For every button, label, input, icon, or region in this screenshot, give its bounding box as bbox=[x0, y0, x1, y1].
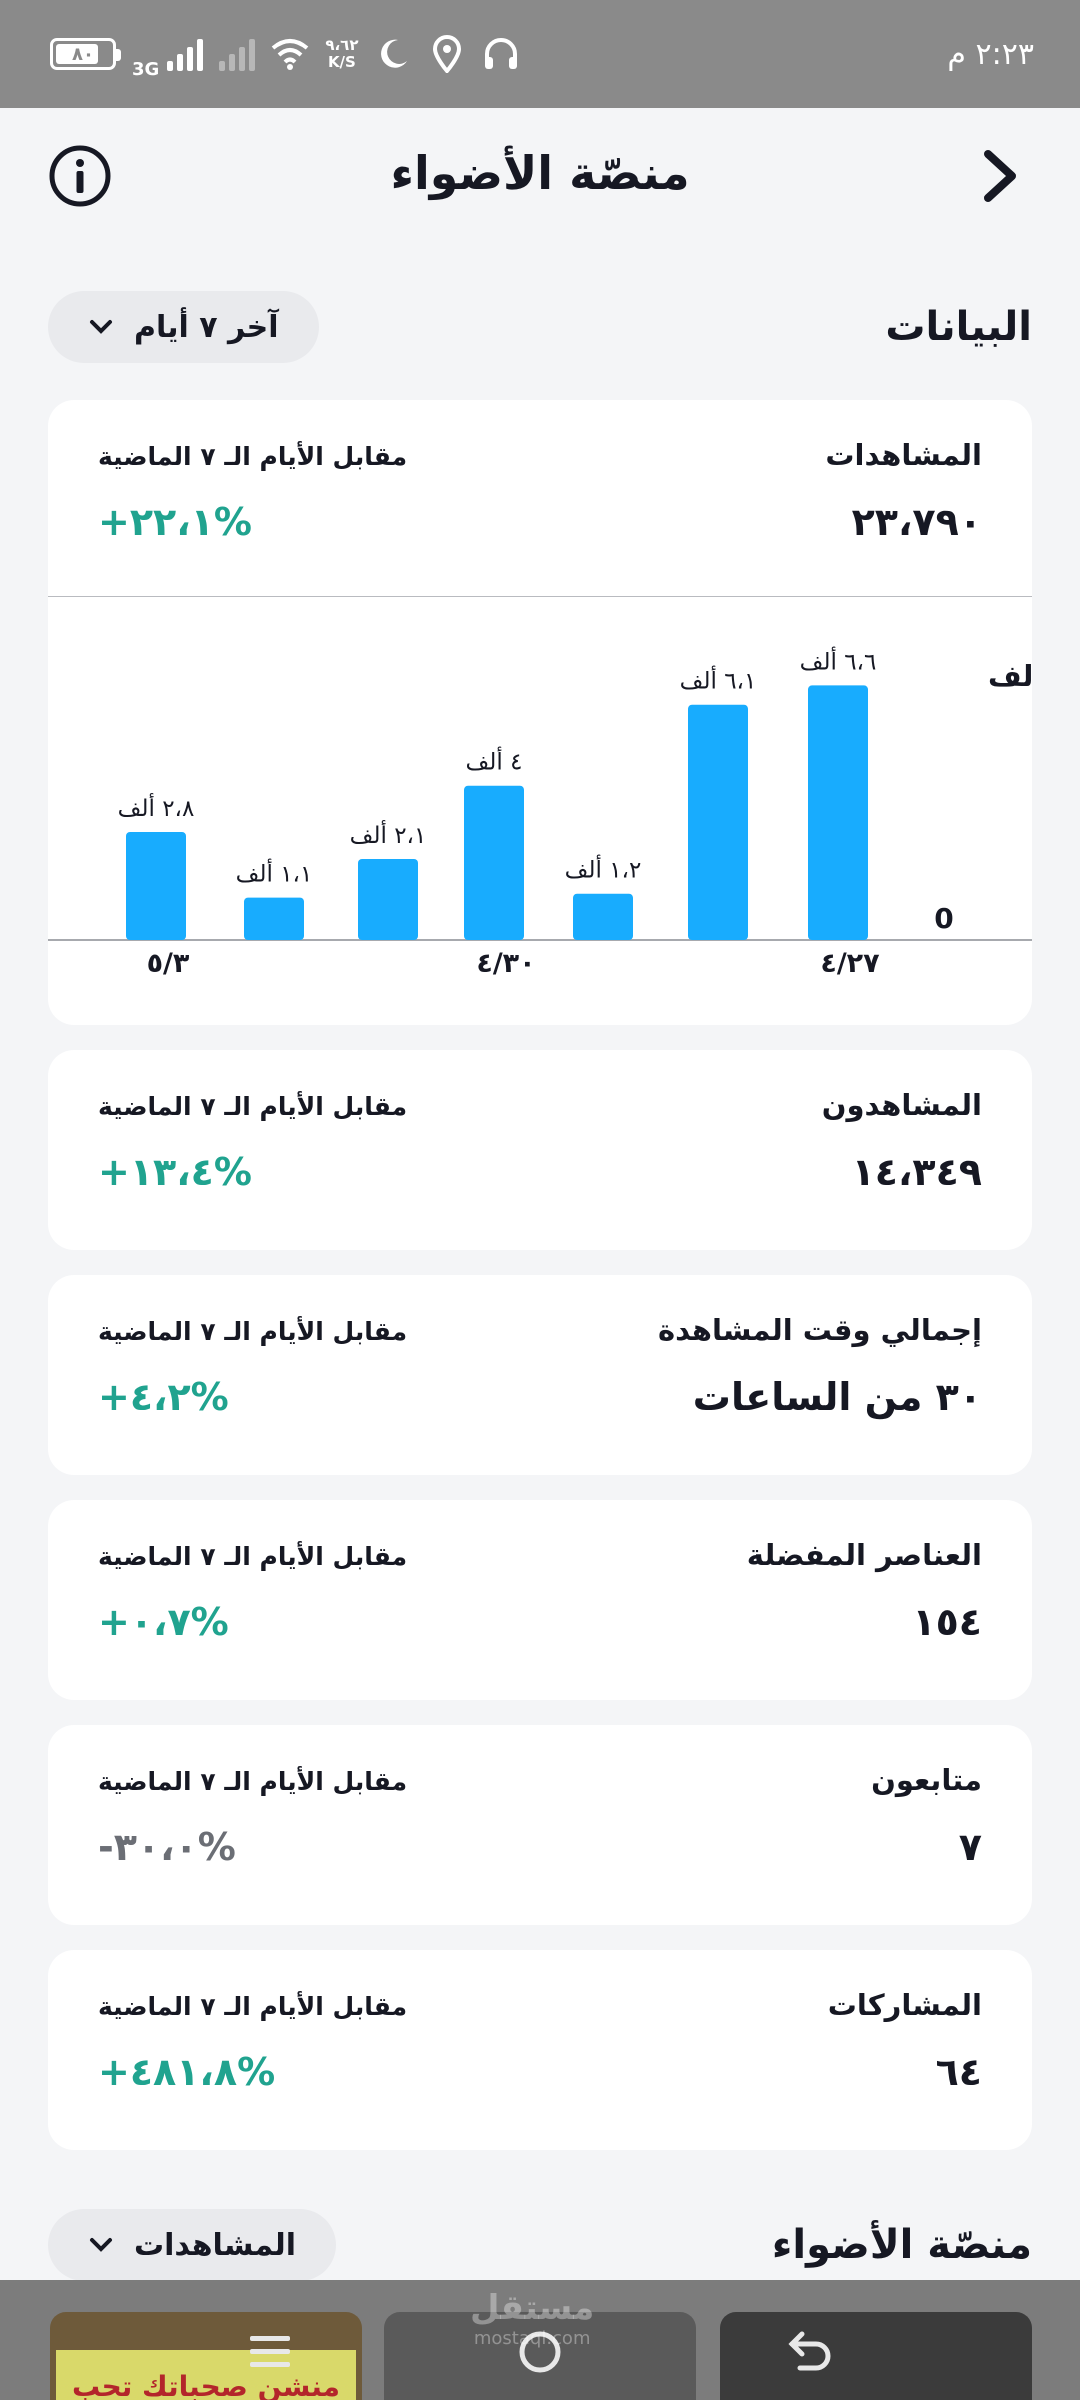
chart-bar bbox=[358, 859, 418, 940]
views-bar-chart: 0 ٧ ألف ٦،٦ ألف ٤/٢٧ ٦،١ ألف ١،٢ ألف ٤ ألف ٤/٣٠… bbox=[48, 596, 1032, 1026]
period-dropdown[interactable]: آخر ٧ أيام bbox=[48, 291, 319, 363]
followers-card[interactable]: متابعون ٧ مقابل الأيام الـ ٧ الماضية -٣٠… bbox=[48, 1725, 1032, 1925]
x-tick-label: ٤/٢٧ bbox=[820, 948, 880, 979]
info-icon[interactable] bbox=[48, 144, 112, 208]
metric-label: المشاركات bbox=[827, 1988, 982, 2022]
metric-change: -٣٠،٠% bbox=[98, 1825, 236, 1869]
status-time: ٢:٢٣ م bbox=[947, 36, 1034, 72]
battery-icon: ٨٠ bbox=[50, 38, 121, 70]
network-speed: ٩،٦٢ K/S bbox=[325, 36, 359, 71]
chart-bar bbox=[573, 893, 633, 940]
video-thumbnail[interactable] bbox=[720, 2312, 1032, 2400]
spotlight-section-header: منصّة الأضواء المشاهدات bbox=[48, 2205, 1032, 2285]
network-type: 3G bbox=[132, 58, 160, 80]
wifi-icon bbox=[271, 35, 309, 73]
bar-value-label: ١،٢ ألف bbox=[565, 855, 642, 884]
thumbnail-caption: منشن صحباتك تحب bbox=[56, 2350, 356, 2400]
data-section-header: البيانات آخر ٧ أيام bbox=[48, 287, 1032, 367]
chart-bar bbox=[808, 685, 868, 940]
metric-compare-label: مقابل الأيام الـ ٧ الماضية bbox=[98, 1542, 408, 1571]
watermark: مستقل mostaql.com bbox=[470, 2288, 594, 2349]
metric-value: ٦٤ bbox=[935, 2050, 982, 2094]
x-tick-label: ٥/٣ bbox=[147, 948, 190, 979]
bar-value-label: ٤ ألف bbox=[466, 747, 523, 776]
metric-change: +١٣،٤% bbox=[98, 1150, 252, 1194]
signal-sim2-icon bbox=[219, 37, 256, 71]
page-title: منصّة الأضواء bbox=[390, 146, 690, 200]
metric-change: +٠،٧% bbox=[98, 1600, 229, 1644]
metric-compare-label: مقابل الأيام الـ ٧ الماضية bbox=[98, 442, 408, 471]
period-dropdown-label: آخر ٧ أيام bbox=[134, 309, 279, 345]
headphones-icon bbox=[482, 35, 520, 73]
sort-dropdown[interactable]: المشاهدات bbox=[48, 2209, 337, 2281]
location-icon bbox=[428, 35, 466, 73]
metric-change: +٤،٢% bbox=[98, 1375, 229, 1419]
metric-label: العناصر المفضلة bbox=[746, 1538, 982, 1572]
metric-label: متابعون bbox=[871, 1763, 982, 1797]
back-icon[interactable] bbox=[780, 2322, 840, 2382]
watch-time-metric: إجمالي وقت المشاهدة ٣٠ من الساعات مقابل … bbox=[48, 1275, 1032, 1475]
metric-compare-label: مقابل الأيام الـ ٧ الماضية bbox=[98, 1317, 408, 1346]
watermark-text: مستقل bbox=[470, 2288, 595, 2328]
metric-value: ٣٠ من الساعات bbox=[692, 1375, 982, 1419]
metric-value: ٧ bbox=[958, 1825, 982, 1869]
y-tick-label: 0 bbox=[934, 902, 953, 935]
metric-change: +٢٢،١% bbox=[98, 500, 252, 544]
top-nav: منصّة الأضواء bbox=[0, 108, 1080, 238]
chart-bar bbox=[688, 704, 748, 940]
followers-metric: متابعون ٧ مقابل الأيام الـ ٧ الماضية -٣٠… bbox=[48, 1725, 1032, 1925]
bar-value-label: ٦،٦ ألف bbox=[800, 646, 877, 675]
chevron-down-icon bbox=[90, 320, 112, 334]
metric-compare-label: مقابل الأيام الـ ٧ الماضية bbox=[98, 1992, 408, 2021]
video-thumbnail[interactable]: منشن صحباتك تحب bbox=[50, 2312, 362, 2400]
chart-bar bbox=[464, 785, 524, 940]
battery-level: ٨٠ bbox=[72, 43, 94, 65]
metric-value: ١٤،٣٤٩ bbox=[851, 1150, 982, 1194]
metric-label: إجمالي وقت المشاهدة bbox=[658, 1313, 982, 1347]
chart-bar bbox=[244, 897, 304, 940]
signal-icon bbox=[167, 37, 204, 71]
chevron-down-icon bbox=[90, 2238, 112, 2252]
menu-icon[interactable] bbox=[240, 2322, 300, 2382]
metric-compare-label: مقابل الأيام الـ ٧ الماضية bbox=[98, 1767, 408, 1796]
bar-value-label: ١،١ ألف bbox=[236, 859, 313, 888]
metric-value: ١٥٤ bbox=[912, 1600, 982, 1644]
section-title: منصّة الأضواء bbox=[771, 2222, 1032, 2268]
bar-value-label: ٦،١ ألف bbox=[680, 666, 757, 695]
views-metric: المشاهدات ٢٣،٧٩٠ مقابل الأيام الـ ٧ الما… bbox=[48, 400, 1032, 600]
favorites-metric: العناصر المفضلة ١٥٤ مقابل الأيام الـ ٧ ا… bbox=[48, 1500, 1032, 1700]
status-bar: ٨٠ 3G ٩،٦٢ K/S ٢:٢٣ م bbox=[0, 0, 1080, 108]
viewers-metric: المشاهدون ١٤،٣٤٩ مقابل الأيام الـ ٧ الما… bbox=[48, 1050, 1032, 1250]
bottom-strip: منشن صحباتك تحب مستقل mostaql.com bbox=[0, 2280, 1080, 2400]
chart-bar bbox=[126, 832, 186, 940]
shares-card[interactable]: المشاركات ٦٤ مقابل الأيام الـ ٧ الماضية … bbox=[48, 1950, 1032, 2150]
y-tick-label: ٧ ألف bbox=[988, 657, 1032, 693]
back-chevron-icon[interactable] bbox=[968, 144, 1032, 208]
bar-value-label: ٢،١ ألف bbox=[350, 820, 427, 849]
watch-time-card[interactable]: إجمالي وقت المشاهدة ٣٠ من الساعات مقابل … bbox=[48, 1275, 1032, 1475]
status-icons: ٨٠ 3G ٩،٦٢ K/S bbox=[50, 29, 520, 80]
bar-value-label: ٢،٨ ألف bbox=[118, 793, 195, 822]
section-title: البيانات bbox=[885, 304, 1032, 350]
moon-icon bbox=[374, 35, 412, 73]
sort-dropdown-label: المشاهدات bbox=[134, 2227, 297, 2263]
favorites-card[interactable]: العناصر المفضلة ١٥٤ مقابل الأيام الـ ٧ ا… bbox=[48, 1500, 1032, 1700]
metric-compare-label: مقابل الأيام الـ ٧ الماضية bbox=[98, 1092, 408, 1121]
metric-value: ٢٣،٧٩٠ bbox=[851, 500, 982, 544]
viewers-card[interactable]: المشاهدون ١٤،٣٤٩ مقابل الأيام الـ ٧ الما… bbox=[48, 1050, 1032, 1250]
watermark-latin: mostaql.com bbox=[473, 2328, 591, 2349]
x-tick-label: ٤/٣٠ bbox=[476, 948, 535, 979]
metric-label: المشاهدون bbox=[821, 1088, 982, 1122]
metric-label: المشاهدات bbox=[825, 438, 982, 472]
views-card[interactable]: المشاهدات ٢٣،٧٩٠ مقابل الأيام الـ ٧ الما… bbox=[48, 400, 1032, 1025]
metric-change: +٤٨١،٨% bbox=[98, 2050, 276, 2094]
shares-metric: المشاركات ٦٤ مقابل الأيام الـ ٧ الماضية … bbox=[48, 1950, 1032, 2150]
